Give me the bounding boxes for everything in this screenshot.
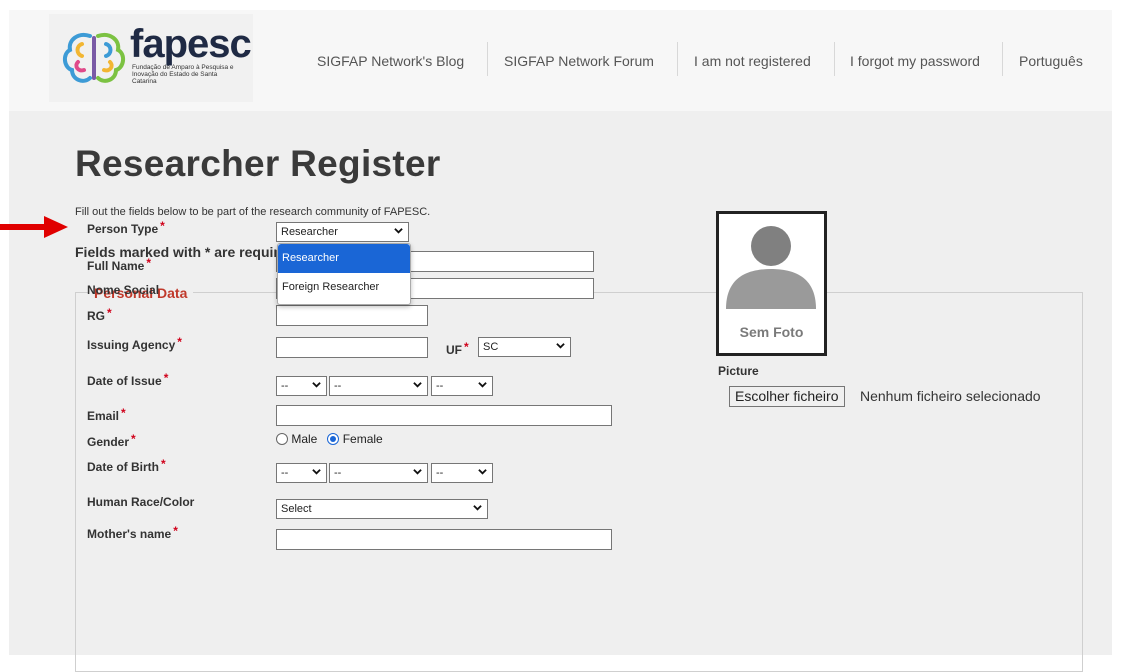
chevron-down-icon [394,228,403,234]
uf-value: SC [483,341,499,353]
person-type-dropdown-list: Researcher Foreign Researcher [277,243,411,305]
chevron-down-icon [312,469,321,475]
uf-label: UF * [446,340,469,357]
birth-day-select[interactable]: -- [276,463,327,483]
issue-day-select[interactable]: -- [276,376,327,396]
gender-female-label[interactable]: Female [343,432,383,446]
email-input[interactable] [276,405,612,426]
choose-file-button[interactable]: Escolher ficheiro [729,386,845,407]
person-type-option-researcher[interactable]: Researcher [278,244,410,273]
issuing-agency-label: Issuing Agency * [87,335,182,352]
issuing-agency-input[interactable] [276,337,428,358]
birth-month-select[interactable]: -- [329,463,428,483]
birth-year-select[interactable]: -- [431,463,493,483]
email-label: Email * [87,406,126,423]
nav-divider [834,42,835,76]
chevron-down-icon [473,505,482,511]
nav-forum-link[interactable]: SIGFAP Network Forum [504,53,654,69]
gender-female-radio[interactable] [327,433,340,445]
person-type-label: Person Type * [87,219,165,236]
nav-divider [487,42,488,76]
human-race-select[interactable]: Select [276,499,488,519]
date-of-issue-label: Date of Issue * [87,371,169,388]
chevron-down-icon [413,382,422,388]
profile-photo-placeholder: Sem Foto [716,211,827,356]
gender-male-radio[interactable] [276,433,288,445]
user-silhouette-icon [726,226,816,309]
rg-input[interactable] [276,305,428,326]
full-name-label: Full Name * [87,256,152,273]
nav-forgot-password-link[interactable]: I forgot my password [850,53,980,69]
mother-name-label: Mother's name * [87,524,178,541]
no-photo-text: Sem Foto [739,324,804,340]
nome-social-label: Nome Social [87,283,160,297]
intro-text: Fill out the fields below to be part of … [75,206,431,218]
page-title: Researcher Register [75,143,441,184]
uf-select[interactable]: SC [478,337,571,357]
person-type-select[interactable]: Researcher [276,222,409,242]
nav-blog-link[interactable]: SIGFAP Network's Blog [317,53,464,69]
gender-radio-group: Male Female [276,432,383,446]
file-status-text: Nenhum ficheiro selecionado [860,388,1041,404]
gender-male-label[interactable]: Male [291,432,317,446]
main-content: Researcher Register Fill out the fields … [9,111,1112,672]
nav-divider [677,42,678,76]
date-of-birth-label: Date of Birth * [87,457,166,474]
person-type-option-foreign-researcher[interactable]: Foreign Researcher [278,273,410,302]
gender-label: Gender * [87,432,136,449]
nav-not-registered-link[interactable]: I am not registered [694,53,811,69]
chevron-down-icon [556,343,565,349]
issue-year-select[interactable]: -- [431,376,493,396]
nav-language-link[interactable]: Português [1019,53,1083,69]
mother-name-input[interactable] [276,529,612,550]
person-type-value: Researcher [281,226,338,238]
top-navigation: SIGFAP Network's Blog SIGFAP Network For… [9,10,1112,111]
red-arrow-icon [0,216,68,238]
human-race-label: Human Race/Color [87,495,195,509]
chevron-down-icon [312,382,321,388]
chevron-down-icon [413,469,422,475]
issue-month-select[interactable]: -- [329,376,428,396]
site-header: fapesc Fundação de Amparo à Pesquisa e I… [9,10,1112,111]
rg-label: RG * [87,306,112,323]
chevron-down-icon [478,469,487,475]
picture-label: Picture [718,364,759,378]
personal-data-fieldset [75,292,1083,672]
nav-divider [1002,42,1003,76]
chevron-down-icon [478,382,487,388]
